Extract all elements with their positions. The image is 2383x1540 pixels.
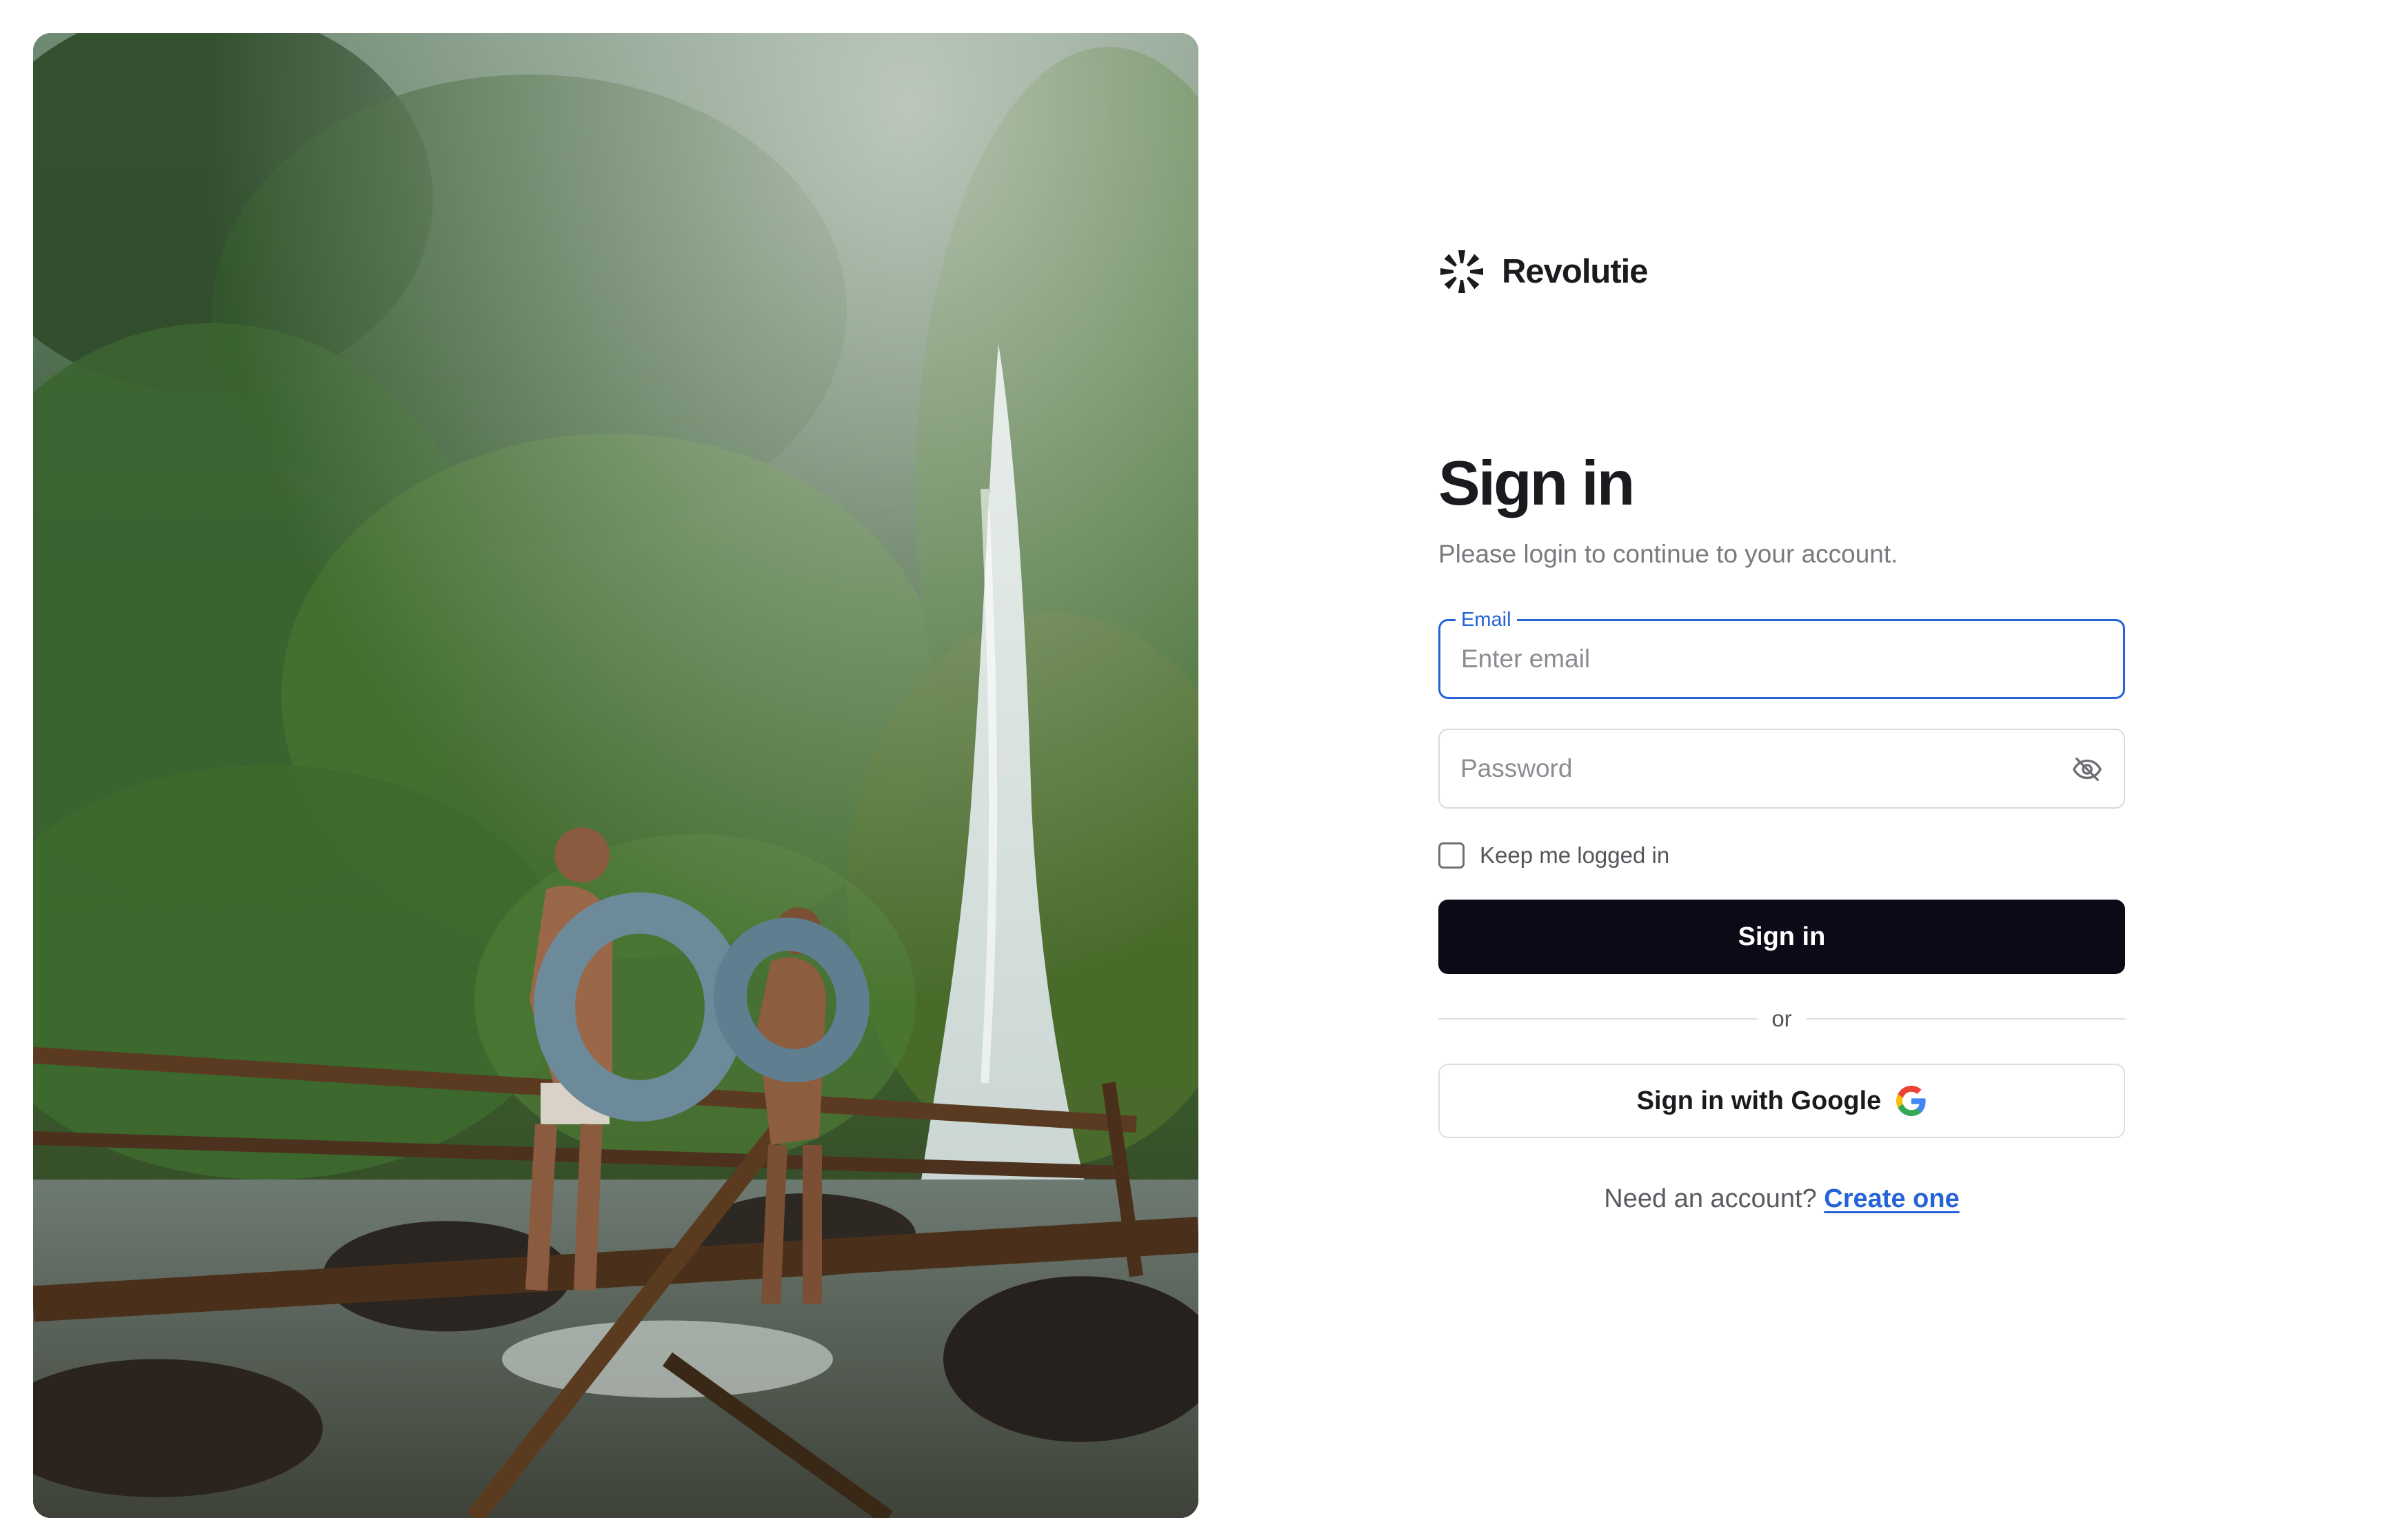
brand: Revolutie: [1438, 247, 1649, 296]
or-divider: or: [1438, 1004, 2125, 1034]
create-account-text: Need an account?: [1604, 1184, 1817, 1213]
password-input[interactable]: [1460, 730, 2053, 807]
page-title: Sign in: [1438, 449, 1635, 518]
divider-line-right: [1807, 1018, 2125, 1020]
email-input[interactable]: [1461, 621, 2054, 697]
password-field: [1438, 729, 2125, 809]
create-account-prompt: Need an account? Create one: [1438, 1184, 2125, 1214]
login-page: Revolutie Sign in Please login to contin…: [0, 0, 2383, 1540]
brand-name: Revolutie: [1502, 253, 1649, 290]
eye-off-icon: [2073, 757, 2102, 782]
hero-image: [33, 33, 1198, 1518]
password-visibility-toggle[interactable]: [2071, 753, 2103, 785]
sign-in-button[interactable]: Sign in: [1438, 900, 2125, 974]
waterfall-illustration: [33, 33, 1198, 1518]
google-g-icon: [1896, 1086, 1926, 1116]
keep-logged-in-checkbox[interactable]: [1438, 842, 1465, 869]
create-account-link[interactable]: Create one: [1824, 1184, 1959, 1213]
page-subtitle: Please login to continue to your account…: [1438, 540, 1898, 568]
email-field: Email: [1438, 607, 2125, 699]
google-sign-in-button[interactable]: Sign in with Google: [1438, 1064, 2125, 1138]
revolutie-logo-icon: [1440, 250, 1483, 293]
google-sign-in-label: Sign in with Google: [1636, 1086, 1882, 1115]
keep-logged-in[interactable]: Keep me logged in: [1438, 840, 1669, 871]
keep-logged-in-label: Keep me logged in: [1480, 842, 1670, 868]
